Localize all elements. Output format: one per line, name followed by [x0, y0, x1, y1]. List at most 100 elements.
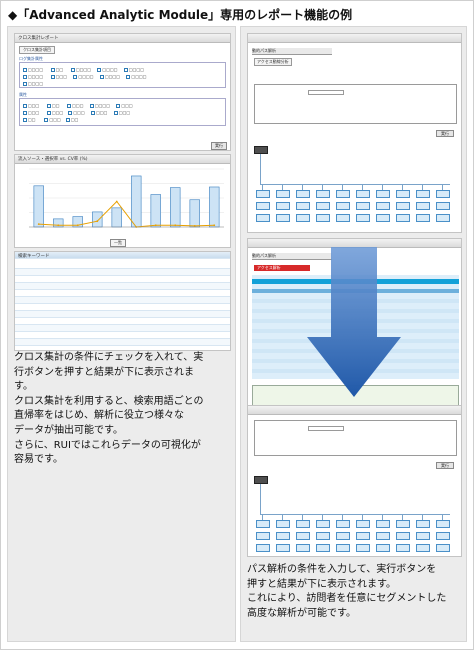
flow-node [296, 532, 310, 540]
flow-node [256, 520, 270, 528]
flow-node [296, 544, 310, 552]
flow-node [416, 520, 430, 528]
caption-line: 容易です。 [14, 454, 63, 466]
cross-tab-screenshot: クロス集計レポート クロス集計項目 ログ集計属性 □□□□ □□ □□□□ □□… [14, 33, 231, 151]
chart-point [193, 224, 196, 227]
chart-bar [111, 207, 122, 228]
flow-node [276, 532, 290, 540]
caption-line: データが抽出可能です。 [14, 424, 123, 436]
flow-start-node [254, 146, 268, 154]
run-button[interactable]: 実行 [211, 142, 227, 150]
chart-bar [150, 194, 161, 228]
flow-connector [260, 154, 261, 184]
flow-node [276, 214, 290, 222]
flow-node [416, 544, 430, 552]
flow-node [316, 520, 330, 528]
flow-start-node [254, 476, 268, 484]
flow-node [376, 190, 390, 198]
flow-node [316, 190, 330, 198]
flow-node [336, 190, 350, 198]
flow-node [356, 202, 370, 210]
flow-node [396, 214, 410, 222]
caption-line: 高度な解析が可能です。 [247, 607, 356, 619]
flow-node [376, 520, 390, 528]
flow-node [436, 202, 450, 210]
chart-point [57, 224, 60, 227]
flow-node [356, 544, 370, 552]
tab-path[interactable]: アクセス動線分析 [254, 58, 292, 66]
left-caption: クロス集計の条件にチェックを入れて、実 行ボタンを押すと結果が下に表示されま す… [14, 351, 236, 468]
flow-node [436, 520, 450, 528]
path-flow-diagram [248, 472, 461, 556]
flow-node [336, 202, 350, 210]
flow-node [256, 214, 270, 222]
flow-node [356, 214, 370, 222]
right-panel: 動的パス解析 アクセス動線分析 実行 動的パス解析 アクセス解析 実行 パス解析… [240, 26, 467, 642]
chart-bar [131, 175, 142, 228]
chart-screenshot: 流入ソース・選択率 vs. CV率 (%) 一覧 [14, 154, 231, 248]
page-title: ◆「Advanced Analytic Module」専用のレポート機能の例 [8, 8, 353, 22]
flow-node [396, 520, 410, 528]
bar-line-chart [29, 168, 224, 228]
chart-bar [209, 186, 220, 228]
flow-node [356, 532, 370, 540]
flow-node [316, 214, 330, 222]
chart-title: 流入ソース・選択率 vs. CV率 (%) [15, 155, 230, 164]
flow-node [416, 202, 430, 210]
flow-node [316, 532, 330, 540]
tab-cross[interactable]: クロス集計項目 [19, 46, 55, 54]
window-title [248, 34, 461, 43]
caption-line: パス解析の条件を入力して、実行ボタンを [247, 564, 437, 575]
chart-bar [92, 211, 103, 228]
result-table-screenshot: 検索キーワード [14, 251, 231, 351]
table-header: 検索キーワード [15, 252, 230, 259]
chart-point [154, 224, 157, 227]
right-caption: パス解析の条件を入力して、実行ボタンを 押すと結果が下に表示されます。 これによ… [247, 563, 469, 621]
chart-bar [33, 185, 44, 228]
flow-node [436, 190, 450, 198]
flow-node [296, 190, 310, 198]
flow-node [396, 190, 410, 198]
flow-node [276, 202, 290, 210]
caption-line: す。 [14, 381, 33, 393]
flow-node [336, 214, 350, 222]
path-run-button[interactable]: 実行 [436, 462, 454, 469]
condition-select[interactable] [308, 90, 344, 95]
caption-line: 行ボタンを押すと結果が下に表示されま [14, 366, 194, 378]
flow-node [336, 520, 350, 528]
caption-line: 直帰率をはじめ、解析に役立つ様々な [14, 410, 184, 422]
flow-node [316, 544, 330, 552]
flow-node [416, 532, 430, 540]
down-arrow-icon [307, 247, 401, 397]
checkbox-group-2: □□□ □□ □□□ □□□□ □□□ □□□ □□□ □□□ □□□ □□□ … [19, 98, 226, 126]
flow-node [356, 190, 370, 198]
path-analysis-screenshot-3: 実行 [247, 405, 462, 557]
caption-line: クロス集計の条件にチェックを入れて、実 [14, 352, 204, 363]
flow-node [256, 202, 270, 210]
report-title: 動的パス解析 [252, 48, 332, 55]
flow-node [256, 190, 270, 198]
window-title [248, 406, 461, 415]
view-select[interactable]: 一覧 [110, 239, 126, 247]
chart-point [115, 200, 118, 203]
flow-node [356, 520, 370, 528]
flow-node [376, 214, 390, 222]
condition-select[interactable] [308, 426, 344, 431]
flow-node [436, 532, 450, 540]
flow-node [376, 544, 390, 552]
chart-point [96, 220, 99, 223]
flow-node [296, 202, 310, 210]
chart-point [213, 224, 216, 227]
flow-node [276, 190, 290, 198]
window-title: クロス集計レポート [15, 34, 230, 43]
caption-line: クロス集計を利用すると、検索用語ごとの [14, 395, 204, 407]
path-run-button[interactable]: 実行 [436, 130, 454, 137]
flow-node [296, 214, 310, 222]
chart-point [174, 224, 177, 227]
flow-node [396, 202, 410, 210]
flow-node [316, 202, 330, 210]
checkbox-group-1: □□□□ □□ □□□□ □□□□ □□□□ □□□□ □□□ □□□□ □□□… [19, 62, 226, 88]
caption-line: さらに、RUIではこれらデータの可視化が [14, 439, 201, 451]
flow-node [296, 520, 310, 528]
highlight-tab[interactable]: アクセス解析 [254, 265, 310, 271]
